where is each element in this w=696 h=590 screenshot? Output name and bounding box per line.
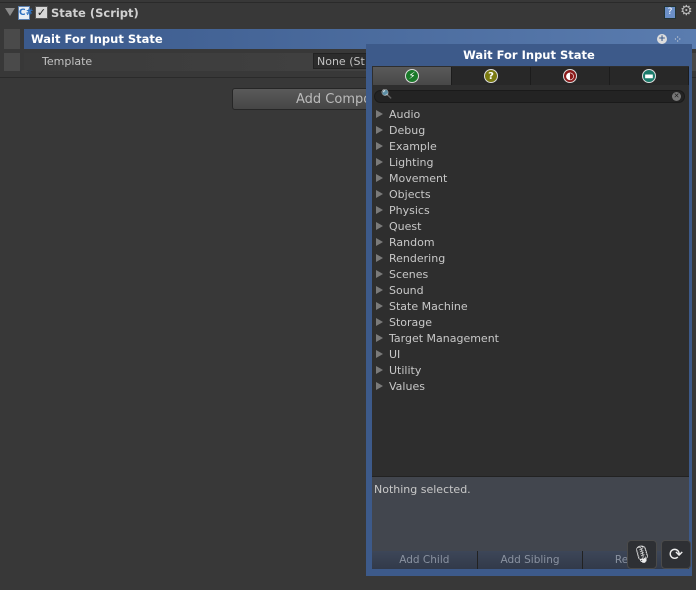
expand-arrow-icon: [376, 270, 383, 278]
expand-arrow-icon: [376, 238, 383, 246]
expand-arrow-icon: [376, 126, 383, 134]
expand-arrow-icon: [376, 142, 383, 150]
expand-arrow-icon: [376, 334, 383, 342]
foldout-arrow-icon[interactable]: [5, 8, 15, 16]
category-item[interactable]: Objects: [376, 188, 431, 204]
category-label: Example: [389, 140, 437, 153]
folder-icon: ▬: [642, 69, 656, 83]
category-item[interactable]: Rendering: [376, 252, 445, 268]
category-label: UI: [389, 348, 401, 361]
expand-arrow-icon: [376, 190, 383, 198]
category-item[interactable]: Quest: [376, 220, 421, 236]
add-icon[interactable]: +: [657, 34, 667, 44]
category-item[interactable]: UI: [376, 348, 400, 364]
search-icon: 🔍: [381, 90, 393, 100]
expand-arrow-icon: [376, 302, 383, 310]
category-item[interactable]: State Machine: [376, 300, 468, 316]
expand-arrow-icon: [376, 110, 383, 118]
expand-arrow-icon: [376, 350, 383, 358]
add-sibling-button[interactable]: Add Sibling: [477, 551, 584, 569]
expand-arrow-icon: [376, 366, 383, 374]
gear-icon[interactable]: ⚙: [680, 3, 693, 19]
template-field[interactable]: None (St: [313, 53, 373, 69]
category-label: Utility: [389, 364, 422, 377]
category-label: Target Management: [389, 332, 499, 345]
search-input[interactable]: 🔍 ✕: [374, 90, 685, 103]
divider: [0, 2, 696, 3]
component-title: State (Script): [51, 6, 139, 20]
enabled-checkbox[interactable]: ✓: [35, 6, 48, 19]
tab-folder[interactable]: ▬: [610, 67, 689, 85]
category-label: Values: [389, 380, 425, 393]
csharp-script-icon: C#: [18, 6, 34, 20]
category-label: Random: [389, 236, 435, 249]
expand-arrow-icon: [376, 286, 383, 294]
state-title: Wait For Input State: [31, 32, 163, 46]
category-label: Audio: [389, 108, 421, 121]
category-label: State Machine: [389, 300, 468, 313]
tab-question[interactable]: ?: [452, 67, 531, 85]
category-item[interactable]: Random: [376, 236, 435, 252]
category-item[interactable]: Sound: [376, 284, 424, 300]
category-label: Quest: [389, 220, 422, 233]
lightning-icon: ⚡: [405, 69, 419, 83]
category-label: Objects: [389, 188, 431, 201]
category-label: Storage: [389, 316, 433, 329]
tab-contrast[interactable]: ◐: [531, 67, 610, 85]
expand-arrow-icon: [376, 158, 383, 166]
expand-arrow-icon: [376, 318, 383, 326]
refresh-icon[interactable]: ⟳: [661, 540, 691, 569]
contrast-icon: ◐: [563, 69, 577, 83]
category-item[interactable]: Movement: [376, 172, 447, 188]
question-icon: ?: [484, 69, 498, 83]
category-item[interactable]: Scenes: [376, 268, 428, 284]
expand-arrow-icon: [376, 222, 383, 230]
template-label: Template: [42, 55, 93, 68]
drag-handle[interactable]: [4, 29, 20, 49]
add-child-button[interactable]: Add Child: [372, 551, 478, 569]
category-label: Scenes: [389, 268, 429, 281]
category-item[interactable]: Lighting: [376, 156, 433, 172]
expand-arrow-icon: [376, 254, 383, 262]
expand-arrow-icon: [376, 174, 383, 182]
category-item[interactable]: Storage: [376, 316, 432, 332]
popup-title: Wait For Input State: [463, 48, 595, 62]
clear-search-icon[interactable]: ✕: [672, 92, 681, 101]
category-item[interactable]: Debug: [376, 124, 425, 140]
help-icon[interactable]: ?: [664, 6, 676, 19]
tab-lightning[interactable]: ⚡: [373, 67, 452, 85]
category-item[interactable]: Audio: [376, 108, 420, 124]
category-item[interactable]: Target Management: [376, 332, 499, 348]
microphone-icon[interactable]: 🎙: [627, 540, 657, 569]
category-label: Debug: [389, 124, 426, 137]
expand-arrow-icon: [376, 382, 383, 390]
category-label: Physics: [389, 204, 430, 217]
category-item[interactable]: Utility: [376, 364, 421, 380]
category-label: Lighting: [389, 156, 434, 169]
category-label: Rendering: [389, 252, 446, 265]
add-component-button[interactable]: Add Compo: [232, 88, 372, 110]
state-picker-popup: Wait For Input State ⚡? ◐ ▬ 🔍 ✕ Audio Debug…: [366, 44, 692, 576]
category-item[interactable]: Values: [376, 380, 425, 396]
category-label: Movement: [389, 172, 448, 185]
drag-handle[interactable]: [4, 53, 20, 71]
category-item[interactable]: Physics: [376, 204, 430, 220]
category-label: Sound: [389, 284, 424, 297]
expand-arrow-icon: [376, 206, 383, 214]
category-item[interactable]: Example: [376, 140, 437, 156]
